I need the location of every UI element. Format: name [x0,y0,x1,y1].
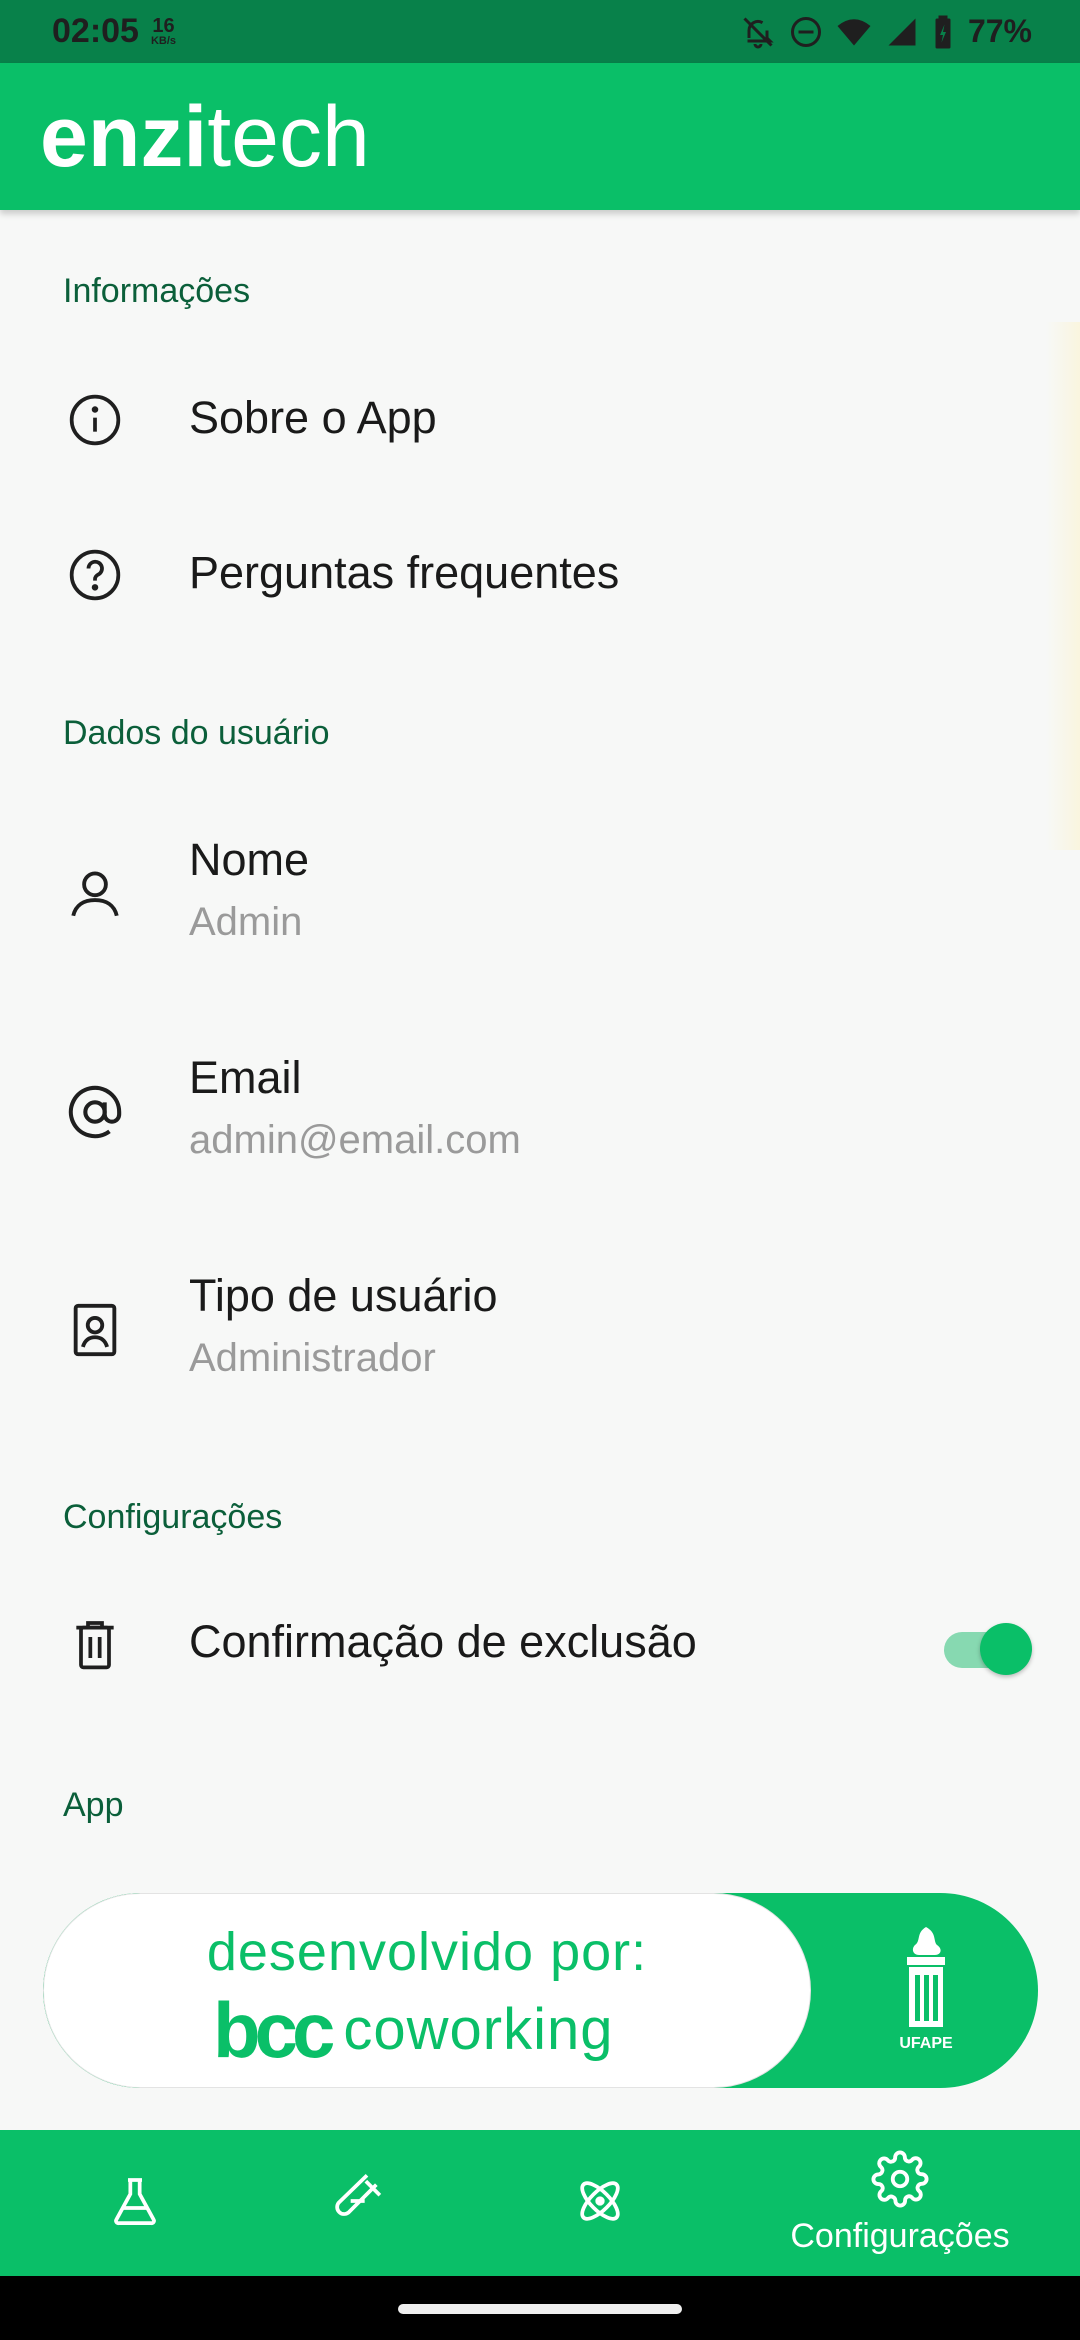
developer-banner[interactable]: desenvolvido por: bcc coworking UFAPE [43,1893,1038,2088]
list-item-subtitle: Admin [189,900,303,944]
bell-off-icon [740,14,776,50]
list-item-perguntas-frequentes[interactable]: Perguntas frequentes [0,525,1080,625]
at-sign-icon [64,1081,126,1143]
network-speed-value: 16 [152,15,175,37]
system-navigation-bar [0,2276,1080,2340]
list-item-nome[interactable]: Nome Admin [0,820,1080,960]
nav-item-atom[interactable] [465,2130,735,2276]
bcc-logo: bcc [213,1986,335,2074]
ufape-logo: UFAPE [876,1923,976,2063]
signal-icon [884,14,920,50]
list-item-title: Perguntas frequentes [189,547,620,598]
ufape-label: UFAPE [899,2035,953,2052]
toggle-thumb [980,1623,1032,1675]
wifi-icon [836,14,872,50]
list-item-title: Tipo de usuário [189,1270,498,1321]
home-gesture-pill[interactable] [398,2304,682,2314]
banner-coworking-row: bcc coworking [213,1991,614,2069]
section-header-configuracoes: Configurações [63,1498,283,1536]
list-item-title: Email [189,1052,302,1103]
banner-coworking: coworking [343,1997,614,2062]
nav-label-configuracoes: Configurações [790,2217,1010,2255]
bottom-navigation: Configurações [0,2130,1080,2276]
person-icon [64,863,126,925]
app-bar: enzitech [0,63,1080,210]
nav-item-test-tube[interactable] [225,2130,495,2276]
list-item-title: Nome [189,834,310,885]
status-time: 02:05 [52,12,139,50]
list-item-sobre-o-app[interactable]: Sobre o App [0,370,1080,470]
app-logo: enzitech [40,88,370,185]
status-bar: 02:05 16 KB/s 77% [0,0,1080,63]
network-speed: 16 KB/s [151,16,176,47]
badge-icon [64,1299,126,1361]
list-item-subtitle: Administrador [189,1336,436,1380]
test-tube-icon [332,2173,388,2234]
flask-icon [107,2173,163,2234]
trash-icon [64,1613,126,1675]
delete-confirmation-toggle[interactable] [936,1612,1032,1675]
list-item-email[interactable]: Email admin@email.com [0,1038,1080,1178]
battery-percent: 77% [967,13,1032,49]
nav-item-configuracoes[interactable]: Configurações [765,2130,1035,2276]
dnd-icon [788,14,824,50]
list-item-tipo-usuario[interactable]: Tipo de usuário Administrador [0,1256,1080,1396]
list-item-title: Sobre o App [189,392,437,443]
banner-developed-by: desenvolvido por: [206,1922,648,1982]
section-header-dados-usuario: Dados do usuário [63,714,330,752]
ufape-emblem-icon [907,1927,945,2027]
list-item-confirmacao-exclusao[interactable]: Confirmação de exclusão [0,1594,1080,1694]
list-item-subtitle: admin@email.com [189,1118,521,1162]
network-speed-unit: KB/s [150,35,177,47]
battery-icon [932,14,954,50]
info-icon [64,389,126,451]
help-icon [64,544,126,606]
section-header-app: App [63,1786,124,1824]
gear-icon [871,2150,929,2213]
list-item-title: Confirmação de exclusão [189,1616,697,1667]
section-header-informacoes: Informações [63,272,251,310]
atom-icon [572,2173,628,2234]
